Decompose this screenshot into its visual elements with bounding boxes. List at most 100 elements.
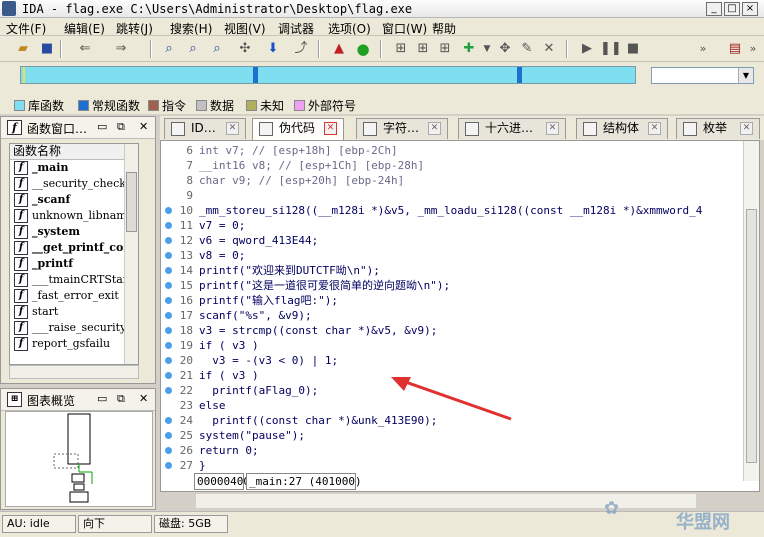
breakpoint-dot-icon[interactable]: [165, 447, 172, 454]
function-list-item[interactable]: f unknown_libname_1: [10, 208, 138, 224]
function-list-item[interactable]: f _fast_error_exit: [10, 288, 138, 304]
tab-strings[interactable]: 字符… ✕: [356, 118, 448, 139]
code-line[interactable]: 19 if ( v3 ): [161, 338, 743, 353]
menu-options[interactable]: 选项(O): [328, 20, 371, 37]
chevron-down-icon[interactable]: ▼: [738, 68, 753, 83]
menu-edit[interactable]: 编辑(E): [64, 20, 105, 37]
breakpoint-dot-icon[interactable]: [165, 327, 172, 334]
tab-ida-view[interactable]: ID… ✕: [164, 118, 246, 139]
menu-window[interactable]: 窗口(W): [382, 20, 427, 37]
tab-enums[interactable]: 枚举 ✕: [676, 118, 760, 139]
code-line[interactable]: 18 v3 = strcmp((const char *)&v5, &v9);: [161, 323, 743, 338]
graph-overview-canvas[interactable]: [5, 411, 153, 507]
stop-sign-icon[interactable]: ▲: [330, 40, 348, 58]
breakpoint-dot-icon[interactable]: [165, 357, 172, 364]
function-list-item[interactable]: f ___tmainCRTStartu: [10, 272, 138, 288]
xref-icon[interactable]: ⤴: [292, 40, 310, 58]
tab-pseudocode[interactable]: 伪代码 ✕: [252, 118, 344, 141]
function-list-item[interactable]: f start: [10, 304, 138, 320]
breakpoint-dot-icon[interactable]: [165, 267, 172, 274]
options-icon[interactable]: ▤: [726, 40, 744, 58]
search-text-icon[interactable]: ⌕: [184, 40, 202, 58]
code-line[interactable]: 21 if ( v3 ): [161, 368, 743, 383]
code-line[interactable]: 24 printf((const char *)&unk_413E90);: [161, 413, 743, 428]
green-circle-icon[interactable]: ●: [354, 40, 372, 58]
function-list-item[interactable]: f report_gsfailu: [10, 336, 138, 352]
menu-search[interactable]: 搜索(H): [170, 20, 212, 37]
breakpoint-icon[interactable]: ✥: [496, 40, 514, 58]
menu-view[interactable]: 视图(V): [224, 20, 266, 37]
function-list-item[interactable]: f __get_printf_co: [10, 240, 138, 256]
code-line[interactable]: 20 v3 = -(v3 < 0) | 1;: [161, 353, 743, 368]
breakpoint-dot-icon[interactable]: [165, 207, 172, 214]
close-icon[interactable]: ✕: [546, 122, 559, 135]
navigation-band[interactable]: [20, 66, 636, 84]
segment-combo[interactable]: ▼: [651, 67, 754, 84]
breakpoint-dot-icon[interactable]: [165, 312, 172, 319]
code-line[interactable]: 8 char v9; // [esp+20h] [ebp-24h]: [161, 173, 743, 188]
function-list-item[interactable]: f ___raise_security: [10, 320, 138, 336]
panel-close-button[interactable]: ✕: [139, 392, 148, 405]
function-list[interactable]: 函数名称 f _main f __security_check_ f _scanf f unk…: [9, 143, 139, 365]
code-line[interactable]: 23 else: [161, 398, 743, 413]
function-list-horizontal-scrollbar[interactable]: [9, 365, 139, 379]
breakpoint-dot-icon[interactable]: [165, 297, 172, 304]
code-line[interactable]: 11 v7 = 0;: [161, 218, 743, 233]
code-line[interactable]: 22 printf(aFlag_0);: [161, 383, 743, 398]
open-folder-icon[interactable]: ▰: [14, 40, 32, 58]
close-icon[interactable]: ✕: [324, 122, 337, 135]
menu-file[interactable]: 文件(F): [6, 20, 46, 37]
add-function-icon[interactable]: ⊞: [392, 40, 410, 58]
delete-x-icon[interactable]: ✕: [540, 40, 558, 58]
code-line[interactable]: 26 return 0;: [161, 443, 743, 458]
code-line[interactable]: 14 printf("欢迎来到DUTCTF呦\n");: [161, 263, 743, 278]
function-list-item[interactable]: f _main: [10, 160, 138, 176]
breakpoint-dot-icon[interactable]: [165, 282, 172, 289]
code-line[interactable]: 10 _mm_storeu_si128((__m128i *)&v5, _mm_l…: [161, 203, 743, 218]
edit-icon[interactable]: ✎: [518, 40, 536, 58]
menu-help[interactable]: 帮助: [432, 20, 456, 37]
scrollbar-thumb[interactable]: [746, 209, 757, 463]
play-icon[interactable]: ▶: [578, 40, 596, 58]
search-immediate-icon[interactable]: ⌕: [208, 40, 226, 58]
toolbar-overflow-icon[interactable]: »: [744, 40, 762, 58]
green-plus-icon[interactable]: ✚: [460, 40, 478, 58]
function-list-item[interactable]: f __security_check_: [10, 176, 138, 192]
code-line[interactable]: 12 v6 = qword_413E44;: [161, 233, 743, 248]
close-button[interactable]: ×: [742, 2, 758, 16]
pause-icon[interactable]: ❚❚: [600, 40, 622, 58]
panel-minimize-button[interactable]: ▭: [97, 120, 107, 133]
add-struct-icon[interactable]: ⊞: [414, 40, 432, 58]
tab-hex-view[interactable]: 十六进… ✕: [458, 118, 566, 139]
code-line[interactable]: 13 v8 = 0;: [161, 248, 743, 263]
tab-structures[interactable]: 结构体 ✕: [576, 118, 668, 139]
back-arrow-icon[interactable]: ⇐: [76, 40, 94, 58]
breakpoint-dot-icon[interactable]: [165, 387, 172, 394]
code-line[interactable]: 7 __int16 v8; // [esp+1Ch] [ebp-28h]: [161, 158, 743, 173]
close-icon[interactable]: ✕: [428, 122, 441, 135]
breakpoint-dot-icon[interactable]: [165, 417, 172, 424]
code-line[interactable]: 17 scanf("%s", &v9);: [161, 308, 743, 323]
breakpoint-dot-icon[interactable]: [165, 252, 172, 259]
search-binary-icon[interactable]: ⌕: [160, 40, 178, 58]
code-vertical-scrollbar[interactable]: [743, 141, 759, 481]
code-line[interactable]: 27}: [161, 458, 743, 473]
function-list-item[interactable]: f _system: [10, 224, 138, 240]
scrollbar-thumb[interactable]: [126, 172, 137, 232]
toolbar-overflow-icon[interactable]: »: [694, 40, 712, 58]
close-icon[interactable]: ✕: [740, 122, 753, 135]
code-line[interactable]: 9: [161, 188, 743, 203]
panel-close-button[interactable]: ✕: [139, 120, 148, 133]
code-line[interactable]: 15 printf("这是一道很可爱很简单的逆向题呦\n");: [161, 278, 743, 293]
panel-float-button[interactable]: ⧉: [117, 392, 125, 406]
close-icon[interactable]: ✕: [226, 122, 239, 135]
code-line[interactable]: 6 int v7; // [esp+18h] [ebp-2Ch]: [161, 143, 743, 158]
dropdown-arrow-icon[interactable]: ▼: [478, 40, 496, 58]
function-list-scrollbar[interactable]: [124, 144, 138, 364]
breakpoint-dot-icon[interactable]: [165, 237, 172, 244]
breakpoint-dot-icon[interactable]: [165, 462, 172, 469]
close-icon[interactable]: ✕: [648, 122, 661, 135]
breakpoint-dot-icon[interactable]: [165, 432, 172, 439]
function-list-item[interactable]: f _printf: [10, 256, 138, 272]
add-enum-icon[interactable]: ⊞: [436, 40, 454, 58]
